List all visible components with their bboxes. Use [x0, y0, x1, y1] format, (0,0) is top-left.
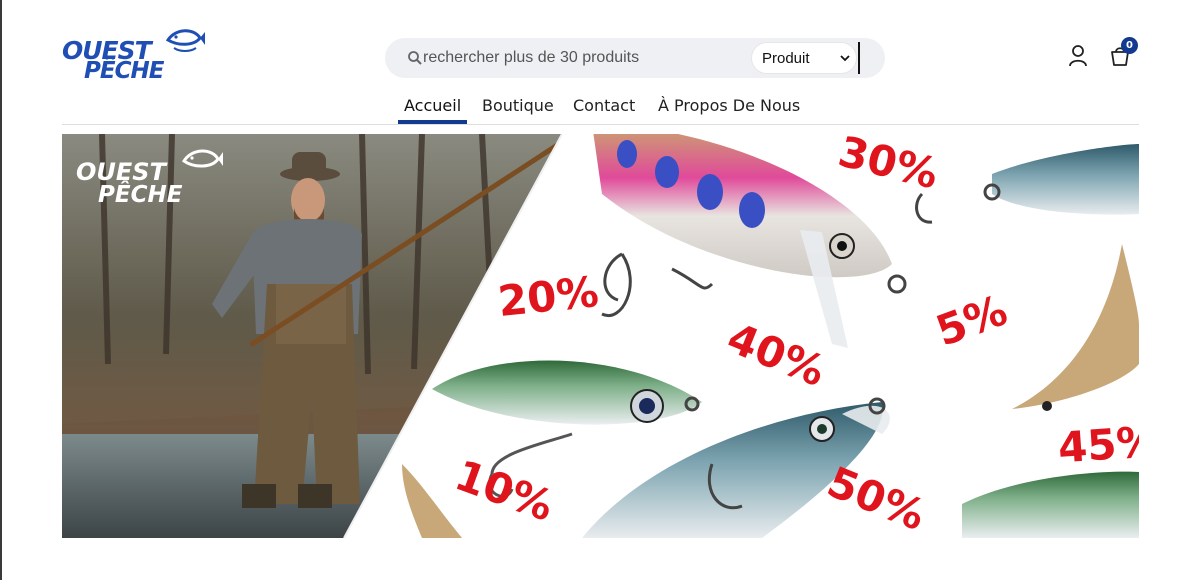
category-select[interactable]: Produit	[751, 42, 857, 74]
window-edge	[0, 0, 2, 580]
site-logo[interactable]: OUEST PÊCHE	[60, 26, 206, 84]
user-icon[interactable]	[1067, 44, 1089, 68]
banner-logo-line-1: OUEST	[76, 158, 166, 186]
discount-label: 45%	[1056, 416, 1139, 473]
chevron-down-icon	[840, 55, 850, 62]
nav-item-contact[interactable]: Contact	[573, 96, 635, 115]
fish-icon	[181, 149, 223, 168]
hero-banner[interactable]: OUEST PÊCHE 30% 20% 40% 5% 10% 50% 45%	[62, 134, 1139, 538]
cart-count-badge: 0	[1121, 37, 1138, 54]
nav-item-a-propos[interactable]: À Propos De Nous	[658, 96, 800, 115]
fish-icon	[165, 29, 205, 52]
category-select-value: Produit	[762, 49, 810, 67]
banner-logo-line-2: PÊCHE	[98, 182, 183, 208]
search-divider	[858, 42, 860, 74]
nav-item-boutique[interactable]: Boutique	[482, 96, 554, 115]
search-input[interactable]	[423, 44, 743, 72]
discount-label: 20%	[495, 266, 601, 327]
nav-item-accueil[interactable]: Accueil	[404, 96, 461, 115]
logo-line-2: PÊCHE	[84, 58, 164, 84]
main-nav: Accueil Boutique Contact À Propos De Nou…	[0, 92, 1198, 124]
search-icon[interactable]	[407, 50, 423, 66]
search-bar: Produit	[385, 38, 885, 78]
nav-divider	[62, 124, 1139, 125]
